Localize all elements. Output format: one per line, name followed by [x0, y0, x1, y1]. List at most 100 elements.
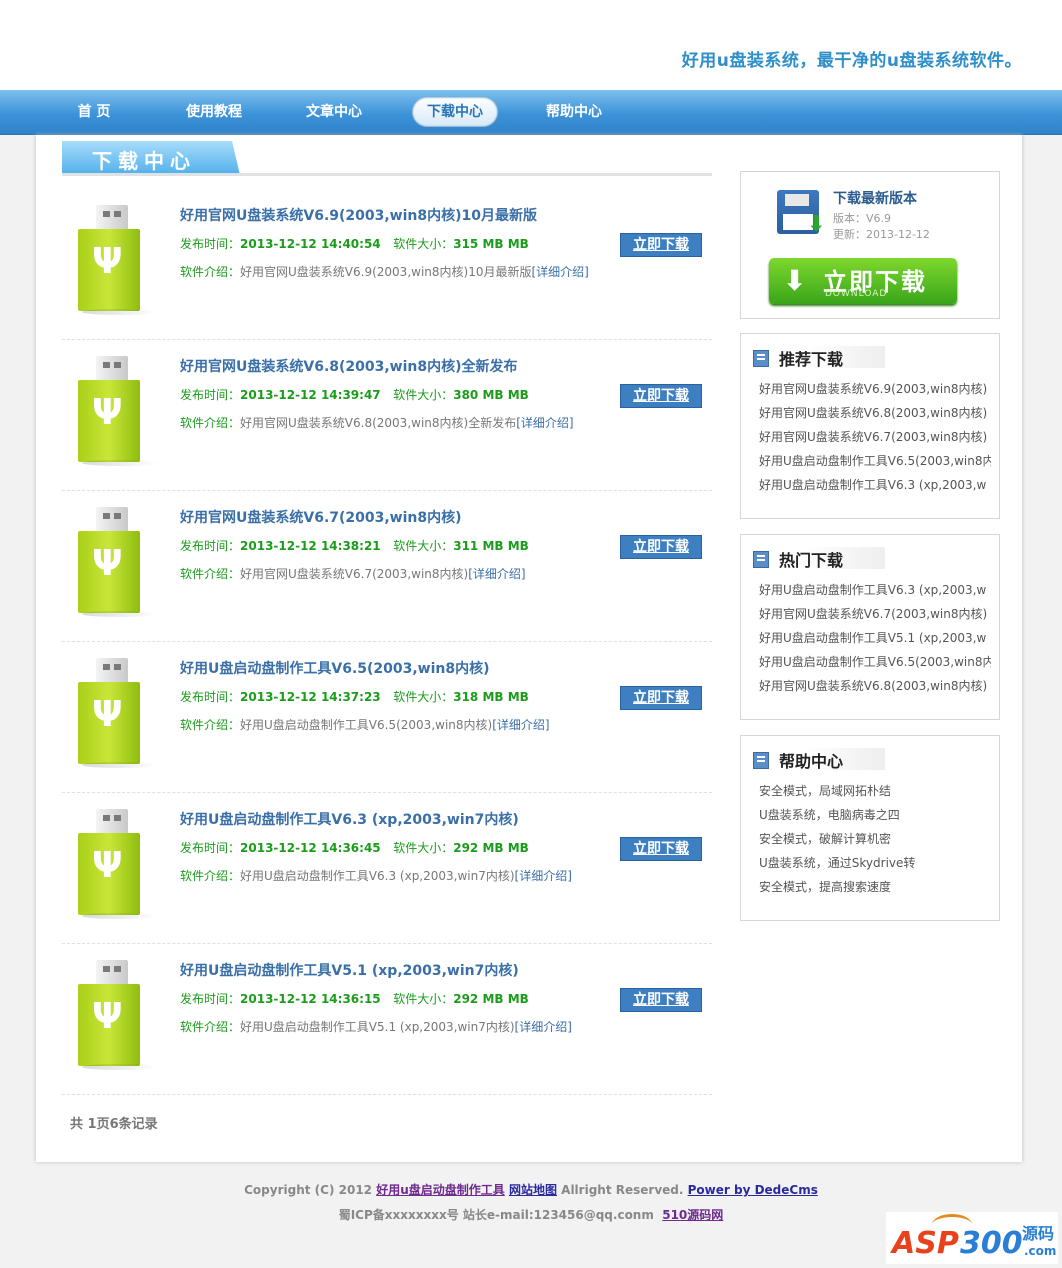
intro-text: 好用官网U盘装系统V6.9(2003,win8内核)10月最新版 [240, 265, 532, 279]
publish-label: 发布时间： [180, 690, 241, 704]
recommend-link[interactable]: 好用官网U盘装系统V6.7(2003,win8内核) [759, 428, 991, 452]
size-label: 软件大小： [393, 388, 454, 402]
publish-label: 发布时间： [180, 237, 241, 251]
power-link[interactable]: Power by DedeCms [688, 1183, 818, 1197]
details-link[interactable]: [详细介绍] [516, 416, 573, 430]
box-header: 推荐下载 [751, 346, 885, 369]
logo-asp: ASP [892, 1226, 959, 1261]
help-link[interactable]: 安全模式，破解计算机密 [759, 830, 991, 854]
hot-link[interactable]: 好用U盘启动盘制作工具V6.5(2003,win8内 [759, 653, 991, 677]
item-title[interactable]: 好用U盘启动盘制作工具V6.5(2003,win8内核) [180, 658, 490, 678]
section-divider [62, 173, 712, 176]
item-desc: 软件介绍：好用官网U盘装系统V6.9(2003,win8内核)10月最新版[详细… [180, 263, 589, 280]
size-label: 软件大小： [393, 841, 454, 855]
sitemap-link[interactable]: 网站地图 [509, 1183, 557, 1197]
help-link[interactable]: 安全模式，提高搜索速度 [759, 878, 991, 902]
item-title[interactable]: 好用官网U盘装系统V6.8(2003,win8内核)全新发布 [180, 356, 518, 376]
pagination-total: 共 1页6条记录 [70, 1117, 158, 1132]
latest-title: 下载最新版本 [833, 191, 917, 207]
usb-symbol-icon: Ψ [92, 996, 123, 1037]
publish-date: 2013-12-12 14:36:15 [240, 992, 381, 1006]
help-link[interactable]: 安全模式，局域网拓朴结 [759, 782, 991, 806]
nav-help[interactable]: 帮助中心 [532, 97, 616, 127]
download-arrow-icon: ⬇ [807, 212, 826, 237]
big-download-sublabel: DOWNLOAD [825, 289, 888, 299]
recommend-link[interactable]: 好用U盘启动盘制作工具V6.3 (xp,2003,w [759, 476, 991, 500]
item-title[interactable]: 好用官网U盘装系统V6.7(2003,win8内核) [180, 507, 462, 527]
download-button[interactable]: 立即下载 [620, 988, 702, 1012]
source-link[interactable]: 510源码网 [662, 1208, 723, 1222]
size-label: 软件大小： [393, 237, 454, 251]
recommend-link[interactable]: 好用官网U盘装系统V6.9(2003,win8内核) [759, 380, 991, 404]
download-item: Ψ 好用官网U盘装系统V6.9(2003,win8内核)10月最新版 发布时间：20… [62, 189, 712, 340]
file-size: 311 MB MB [453, 539, 529, 553]
document-icon [753, 350, 769, 367]
file-size: 315 MB MB [453, 237, 529, 251]
hot-link[interactable]: 好用官网U盘装系统V6.8(2003,win8内核) [759, 677, 991, 701]
help-title: 帮助中心 [779, 752, 844, 771]
file-size: 380 MB MB [453, 388, 529, 402]
nav-downloads[interactable]: 下载中心 [412, 97, 498, 127]
latest-version-box: ⬇ 下载最新版本 版本：V6.9 更新：2013-12-12 ⬇ 立即下载 DO… [740, 171, 1000, 319]
item-desc: 软件介绍：好用官网U盘装系统V6.7(2003,win8内核)[详细介绍] [180, 565, 526, 582]
main-nav: 首 页 使用教程 文章中心 下载中心 帮助中心 [0, 90, 1062, 135]
intro-label: 软件介绍： [180, 869, 241, 883]
help-link[interactable]: U盘装系统，通过Skydrive转 [759, 854, 991, 878]
hot-link[interactable]: 好用官网U盘装系统V6.7(2003,win8内核) [759, 605, 991, 629]
usb-drive-icon: Ψ [78, 960, 158, 1070]
item-title[interactable]: 好用U盘启动盘制作工具V6.3 (xp,2003,win7内核) [180, 809, 519, 829]
hot-box: 热门下载 好用U盘启动盘制作工具V6.3 (xp,2003,w 好用官网U盘装系… [740, 534, 1000, 720]
box-header: 帮助中心 [751, 748, 885, 771]
hot-link[interactable]: 好用U盘启动盘制作工具V5.1 (xp,2003,w [759, 629, 991, 653]
hot-link[interactable]: 好用U盘启动盘制作工具V6.3 (xp,2003,w [759, 581, 991, 605]
nav-tutorial[interactable]: 使用教程 [172, 97, 256, 127]
usb-symbol-icon: Ψ [92, 392, 123, 433]
details-link[interactable]: [详细介绍] [515, 1020, 572, 1034]
publish-date: 2013-12-12 14:36:45 [240, 841, 381, 855]
intro-text: 好用官网U盘装系统V6.7(2003,win8内核) [240, 567, 469, 581]
intro-text: 好用U盘启动盘制作工具V6.5(2003,win8内核) [240, 718, 493, 732]
details-link[interactable]: [详细介绍] [531, 265, 588, 279]
details-link[interactable]: [详细介绍] [492, 718, 549, 732]
size-label: 软件大小： [393, 690, 454, 704]
details-link[interactable]: [详细介绍] [468, 567, 525, 581]
recommend-link[interactable]: 好用U盘启动盘制作工具V6.5(2003,win8内 [759, 452, 991, 476]
size-label: 软件大小： [393, 539, 454, 553]
help-link[interactable]: U盘装系统，电脑病毒之四 [759, 806, 991, 830]
download-button[interactable]: 立即下载 [620, 686, 702, 710]
download-button[interactable]: 立即下载 [620, 837, 702, 861]
footer-line-1: Copyright (C) 2012 好用u盘启动盘制作工具 网站地图 Allr… [0, 1178, 1062, 1203]
publish-label: 发布时间： [180, 388, 241, 402]
usb-drive-icon: Ψ [78, 205, 158, 315]
site-slogan: 好用u盘装系统，最干净的u盘装系统软件。 [681, 51, 1022, 71]
nav-home[interactable]: 首 页 [62, 97, 126, 127]
intro-label: 软件介绍： [180, 265, 241, 279]
download-button[interactable]: 立即下载 [620, 233, 702, 257]
main-content: 下载中心 Ψ 好用官网U盘装系统V6.9(2003,win8内核)10月最新版 发布… [36, 135, 1022, 1162]
recommend-title: 推荐下载 [779, 350, 844, 369]
usb-symbol-icon: Ψ [92, 845, 123, 886]
site-link[interactable]: 好用u盘启动盘制作工具 [376, 1183, 505, 1197]
recommend-link[interactable]: 好用官网U盘装系统V6.8(2003,win8内核) [759, 404, 991, 428]
item-title[interactable]: 好用官网U盘装系统V6.9(2003,win8内核)10月最新版 [180, 205, 537, 225]
publish-date: 2013-12-12 14:38:21 [240, 539, 381, 553]
hot-list: 好用U盘启动盘制作工具V6.3 (xp,2003,w 好用官网U盘装系统V6.7… [759, 581, 991, 701]
publish-label: 发布时间： [180, 539, 241, 553]
usb-symbol-icon: Ψ [92, 543, 123, 584]
item-meta: 发布时间：2013-12-12 14:39:47 软件大小：380 MB MB [180, 386, 529, 403]
item-desc: 软件介绍：好用U盘启动盘制作工具V5.1 (xp,2003,win7内核)[详细… [180, 1018, 572, 1035]
document-icon [753, 551, 769, 568]
intro-text: 好用U盘启动盘制作工具V6.3 (xp,2003,win7内核) [240, 869, 515, 883]
item-meta: 发布时间：2013-12-12 14:36:15 软件大小：292 MB MB [180, 990, 529, 1007]
big-download-button[interactable]: ⬇ 立即下载 DOWNLOAD [769, 258, 957, 304]
nav-articles[interactable]: 文章中心 [292, 97, 376, 127]
download-button[interactable]: 立即下载 [620, 384, 702, 408]
intro-text: 好用U盘启动盘制作工具V5.1 (xp,2003,win7内核) [240, 1020, 515, 1034]
details-link[interactable]: [详细介绍] [515, 869, 572, 883]
rights-text: Allright Reserved. [561, 1183, 684, 1197]
download-button[interactable]: 立即下载 [620, 535, 702, 559]
item-title[interactable]: 好用U盘启动盘制作工具V5.1 (xp,2003,win7内核) [180, 960, 519, 980]
latest-updated: 更新：2013-12-12 [833, 228, 930, 241]
document-icon [753, 752, 769, 769]
intro-text: 好用官网U盘装系统V6.8(2003,win8内核)全新发布 [240, 416, 517, 430]
